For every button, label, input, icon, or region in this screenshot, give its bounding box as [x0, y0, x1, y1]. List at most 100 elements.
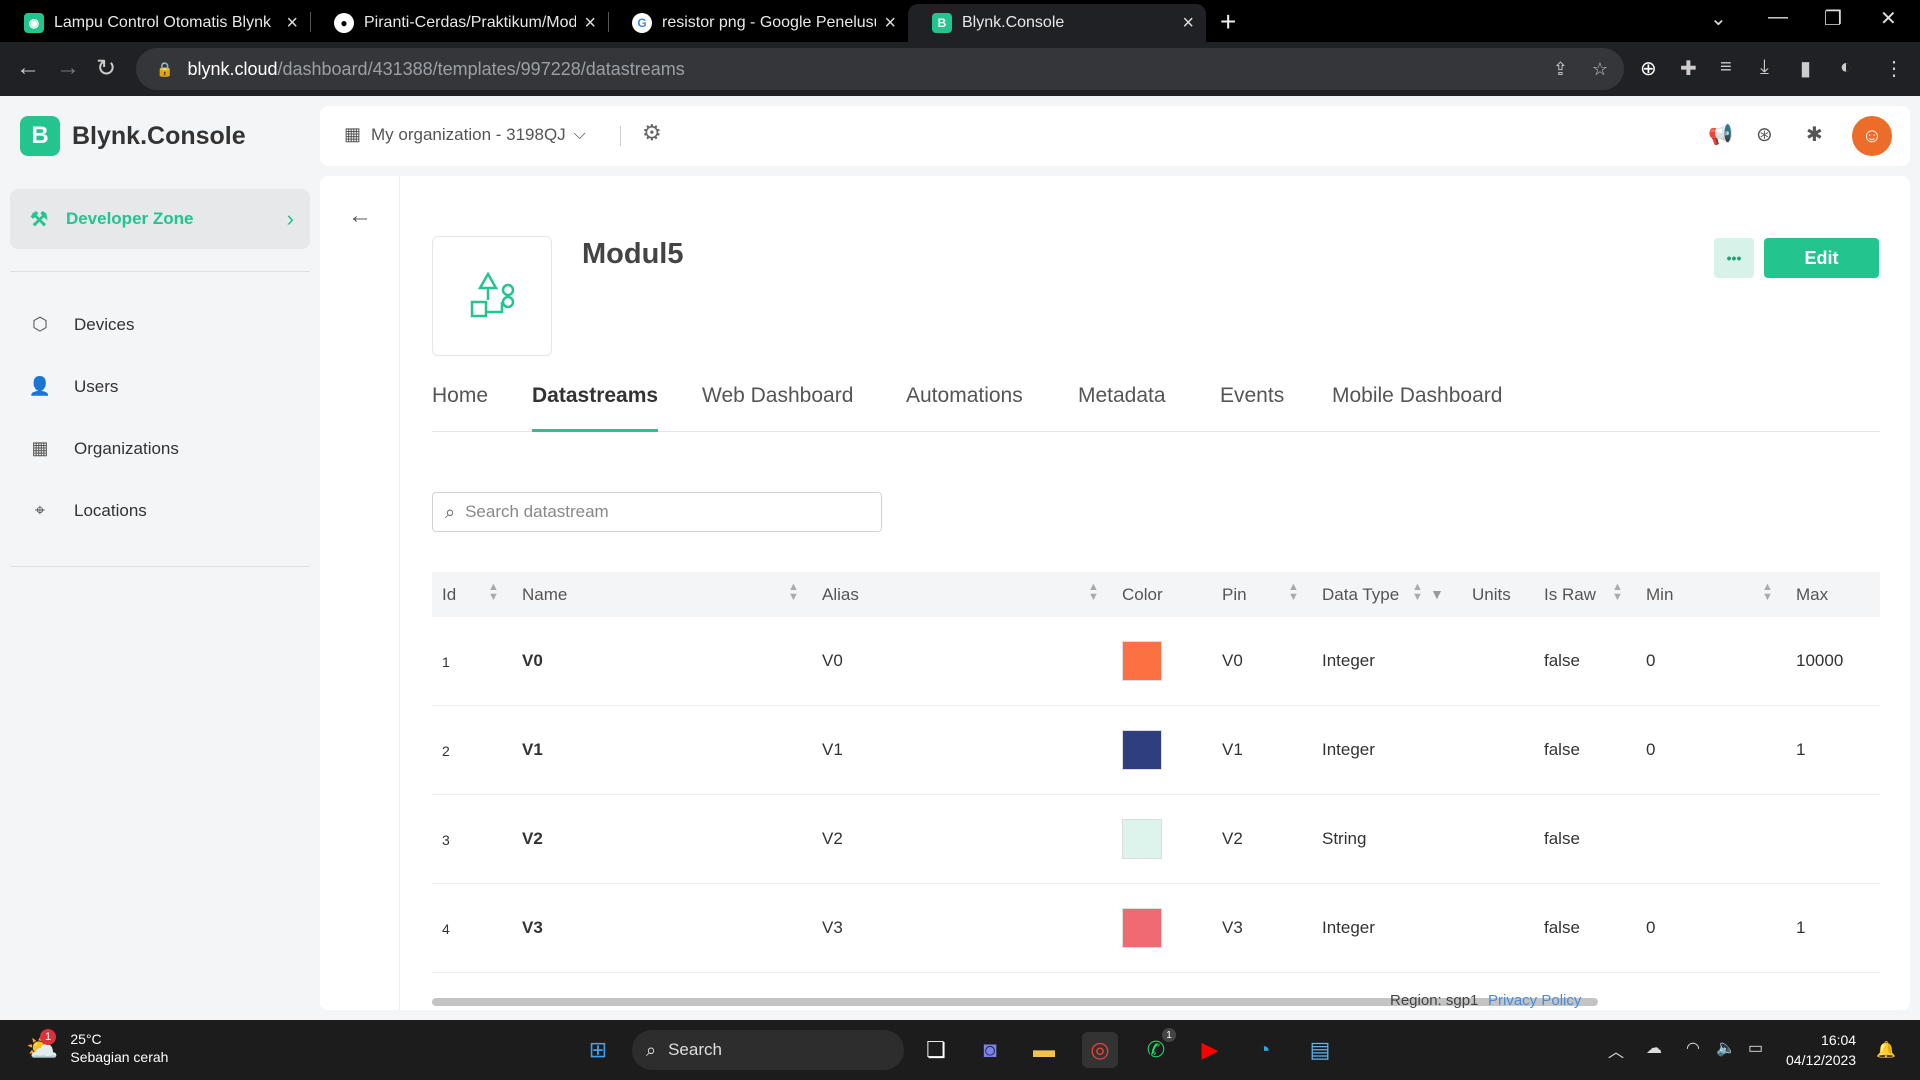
browser-tab-blynk-lamp[interactable]: ◉ Lampu Control Otomatis Blynk × [0, 4, 310, 42]
table-row[interactable]: 1 V0 V0 V0 Integer false 0 10000 [432, 617, 1880, 706]
sort-icon[interactable]: ▲ ▼ [1612, 582, 1623, 603]
avatar[interactable]: ☺ [1852, 116, 1892, 156]
sidebar-item-developer-zone[interactable]: ⚒ Developer Zone › [10, 189, 310, 249]
sort-icon[interactable]: ▲ ▼ [1088, 582, 1099, 603]
cell-alias: V3 [822, 918, 843, 937]
edge-icon[interactable]: ◔ [1246, 1032, 1282, 1068]
battery-icon[interactable]: ▭ [1748, 1038, 1763, 1058]
column-header-data-type[interactable]: Data Type [1322, 585, 1399, 605]
close-tab-icon[interactable]: × [1182, 12, 1194, 35]
browser-tab-google[interactable]: G resistor png - Google Penelusuran × [608, 4, 908, 42]
minimize-icon[interactable]: — [1768, 6, 1788, 29]
close-tab-icon[interactable]: × [884, 12, 896, 35]
extension-plus-icon[interactable]: ⊕ [1640, 56, 1657, 81]
sort-icon[interactable]: ▲ ▼ [1762, 582, 1773, 603]
close-tab-icon[interactable]: × [584, 12, 596, 35]
windows-start-icon[interactable]: ⊞ [580, 1032, 616, 1068]
cell-id: 3 [442, 832, 450, 848]
file-explorer-icon[interactable]: ▬ [1026, 1032, 1062, 1068]
new-tab-icon[interactable]: + [1220, 6, 1236, 38]
sidebar-item-users[interactable]: 👤 Users [28, 376, 119, 397]
volume-icon[interactable]: 🔈 [1716, 1038, 1736, 1058]
sort-icon[interactable]: ▲ ▼ [1412, 582, 1423, 603]
notification-bell-icon[interactable]: 🔔 [1876, 1040, 1896, 1060]
bookmark-star-icon[interactable]: ☆ [1592, 59, 1608, 80]
column-header-id[interactable]: Id [442, 585, 456, 605]
task-view-icon[interactable]: ❏ [918, 1032, 954, 1068]
sort-icon[interactable]: ▲ ▼ [1288, 582, 1299, 603]
table-row[interactable]: 4 V3 V3 V3 Integer false 0 1 [432, 884, 1880, 973]
taskbar-search[interactable]: ⌕ Search [632, 1030, 904, 1070]
onedrive-icon[interactable]: ☁ [1646, 1038, 1662, 1058]
share-icon[interactable]: ⇪ [1553, 59, 1568, 80]
edit-button[interactable]: Edit [1764, 238, 1879, 278]
column-header-alias[interactable]: Alias [822, 585, 859, 605]
wifi-icon[interactable]: ◠ [1686, 1038, 1700, 1058]
tab-search-icon[interactable]: ⌄ [1710, 6, 1727, 31]
sidebar-divider [10, 271, 310, 272]
table-row[interactable]: 2 V1 V1 V1 Integer false 0 1 [432, 706, 1880, 795]
tab-datastreams[interactable]: Datastreams [532, 384, 659, 432]
browser-tab-github[interactable]: ● Piranti-Cerdas/Praktikum/Modul × [310, 4, 608, 42]
search-icon: ⌕ [646, 1039, 657, 1060]
template-image[interactable] [432, 236, 552, 356]
back-arrow-icon[interactable]: ← [348, 202, 372, 230]
tab-web-dashboard[interactable]: Web Dashboard [702, 384, 853, 432]
main-content: ← Modul5 ••• Edit Home Datastreams Web D… [320, 176, 1910, 1010]
sidebar-item-devices[interactable]: ⬡ Devices [28, 314, 134, 335]
organization-selector[interactable]: ▦ My organization - 3198QJ ⌵ [344, 124, 586, 145]
help-lifebuoy-icon[interactable]: ⊛ [1756, 122, 1773, 147]
tab-metadata[interactable]: Metadata [1078, 384, 1166, 432]
weather-widget[interactable]: ⛅ 1 25°C Sebagian cerah [26, 1028, 168, 1066]
tab-mobile-dashboard[interactable]: Mobile Dashboard [1332, 384, 1502, 432]
menu-dots-icon[interactable]: ⋮ [1884, 56, 1904, 81]
sort-icon[interactable]: ▲ ▼ [788, 582, 799, 603]
restore-icon[interactable]: ❐ [1824, 6, 1842, 31]
sort-icon[interactable]: ▲ ▼ [488, 582, 499, 603]
close-tab-icon[interactable]: × [286, 12, 298, 35]
whatsapp-icon[interactable]: ✆ 1 [1138, 1028, 1176, 1068]
close-window-icon[interactable]: ✕ [1880, 6, 1897, 31]
brand[interactable]: B Blynk.Console [20, 116, 246, 156]
tab-events[interactable]: Events [1220, 384, 1284, 432]
clock[interactable]: 16:04 04/12/2023 [1786, 1030, 1856, 1070]
show-hidden-icons[interactable]: ︿ [1608, 1038, 1624, 1062]
address-bar[interactable]: 🔒 blynk.cloud/dashboard/431388/templates… [136, 48, 1624, 90]
cell-name: V3 [522, 918, 543, 937]
extensions-puzzle-icon[interactable]: ✚ [1680, 56, 1697, 81]
download-icon[interactable]: ⤓ [1760, 56, 1769, 79]
gear-icon[interactable]: ⚙ [642, 120, 662, 146]
browser-tab-blynk-console[interactable]: B Blynk.Console × [908, 4, 1206, 42]
back-column: ← [320, 176, 400, 1010]
youtube-icon[interactable]: ▶ [1192, 1032, 1228, 1068]
color-swatch [1122, 730, 1162, 770]
forward-icon[interactable]: → [56, 54, 80, 82]
whatsapp-badge: 1 [1162, 1028, 1176, 1042]
table-row[interactable]: 3 V2 V2 V2 String false [432, 795, 1880, 884]
bug-icon[interactable]: ✱ [1806, 122, 1823, 147]
column-header-name[interactable]: Name [522, 585, 567, 605]
announcement-icon[interactable]: 📢 [1708, 122, 1733, 147]
chrome-icon[interactable]: ◎ [1082, 1032, 1118, 1068]
reload-icon[interactable]: ↻ [96, 54, 116, 83]
privacy-policy-link[interactable]: Privacy Policy [1488, 992, 1581, 1009]
column-header-max[interactable]: Max [1796, 585, 1828, 605]
column-header-is-raw[interactable]: Is Raw [1544, 585, 1596, 605]
profile-icon[interactable]: ◐ [1840, 56, 1852, 79]
column-header-pin[interactable]: Pin [1222, 585, 1247, 605]
sidebar-item-locations[interactable]: ⌖ Locations [28, 500, 147, 521]
notepad-icon[interactable]: ▤ [1302, 1032, 1338, 1068]
sidebar-item-organizations[interactable]: ▦ Organizations [28, 438, 178, 459]
reading-list-icon[interactable]: ≡ [1720, 56, 1732, 79]
weather-badge: 1 [40, 1028, 56, 1045]
more-options-button[interactable]: ••• [1714, 238, 1754, 278]
column-header-min[interactable]: Min [1646, 585, 1673, 605]
teams-chat-icon[interactable]: ◙ [972, 1032, 1008, 1068]
tab-automations[interactable]: Automations [906, 384, 1023, 432]
back-icon[interactable]: ← [16, 54, 40, 82]
color-swatch [1122, 908, 1162, 948]
filter-icon[interactable]: ▼ [1430, 586, 1444, 602]
tab-home[interactable]: Home [432, 384, 488, 432]
side-panel-icon[interactable]: ▮ [1800, 56, 1811, 81]
search-input[interactable] [465, 502, 846, 522]
